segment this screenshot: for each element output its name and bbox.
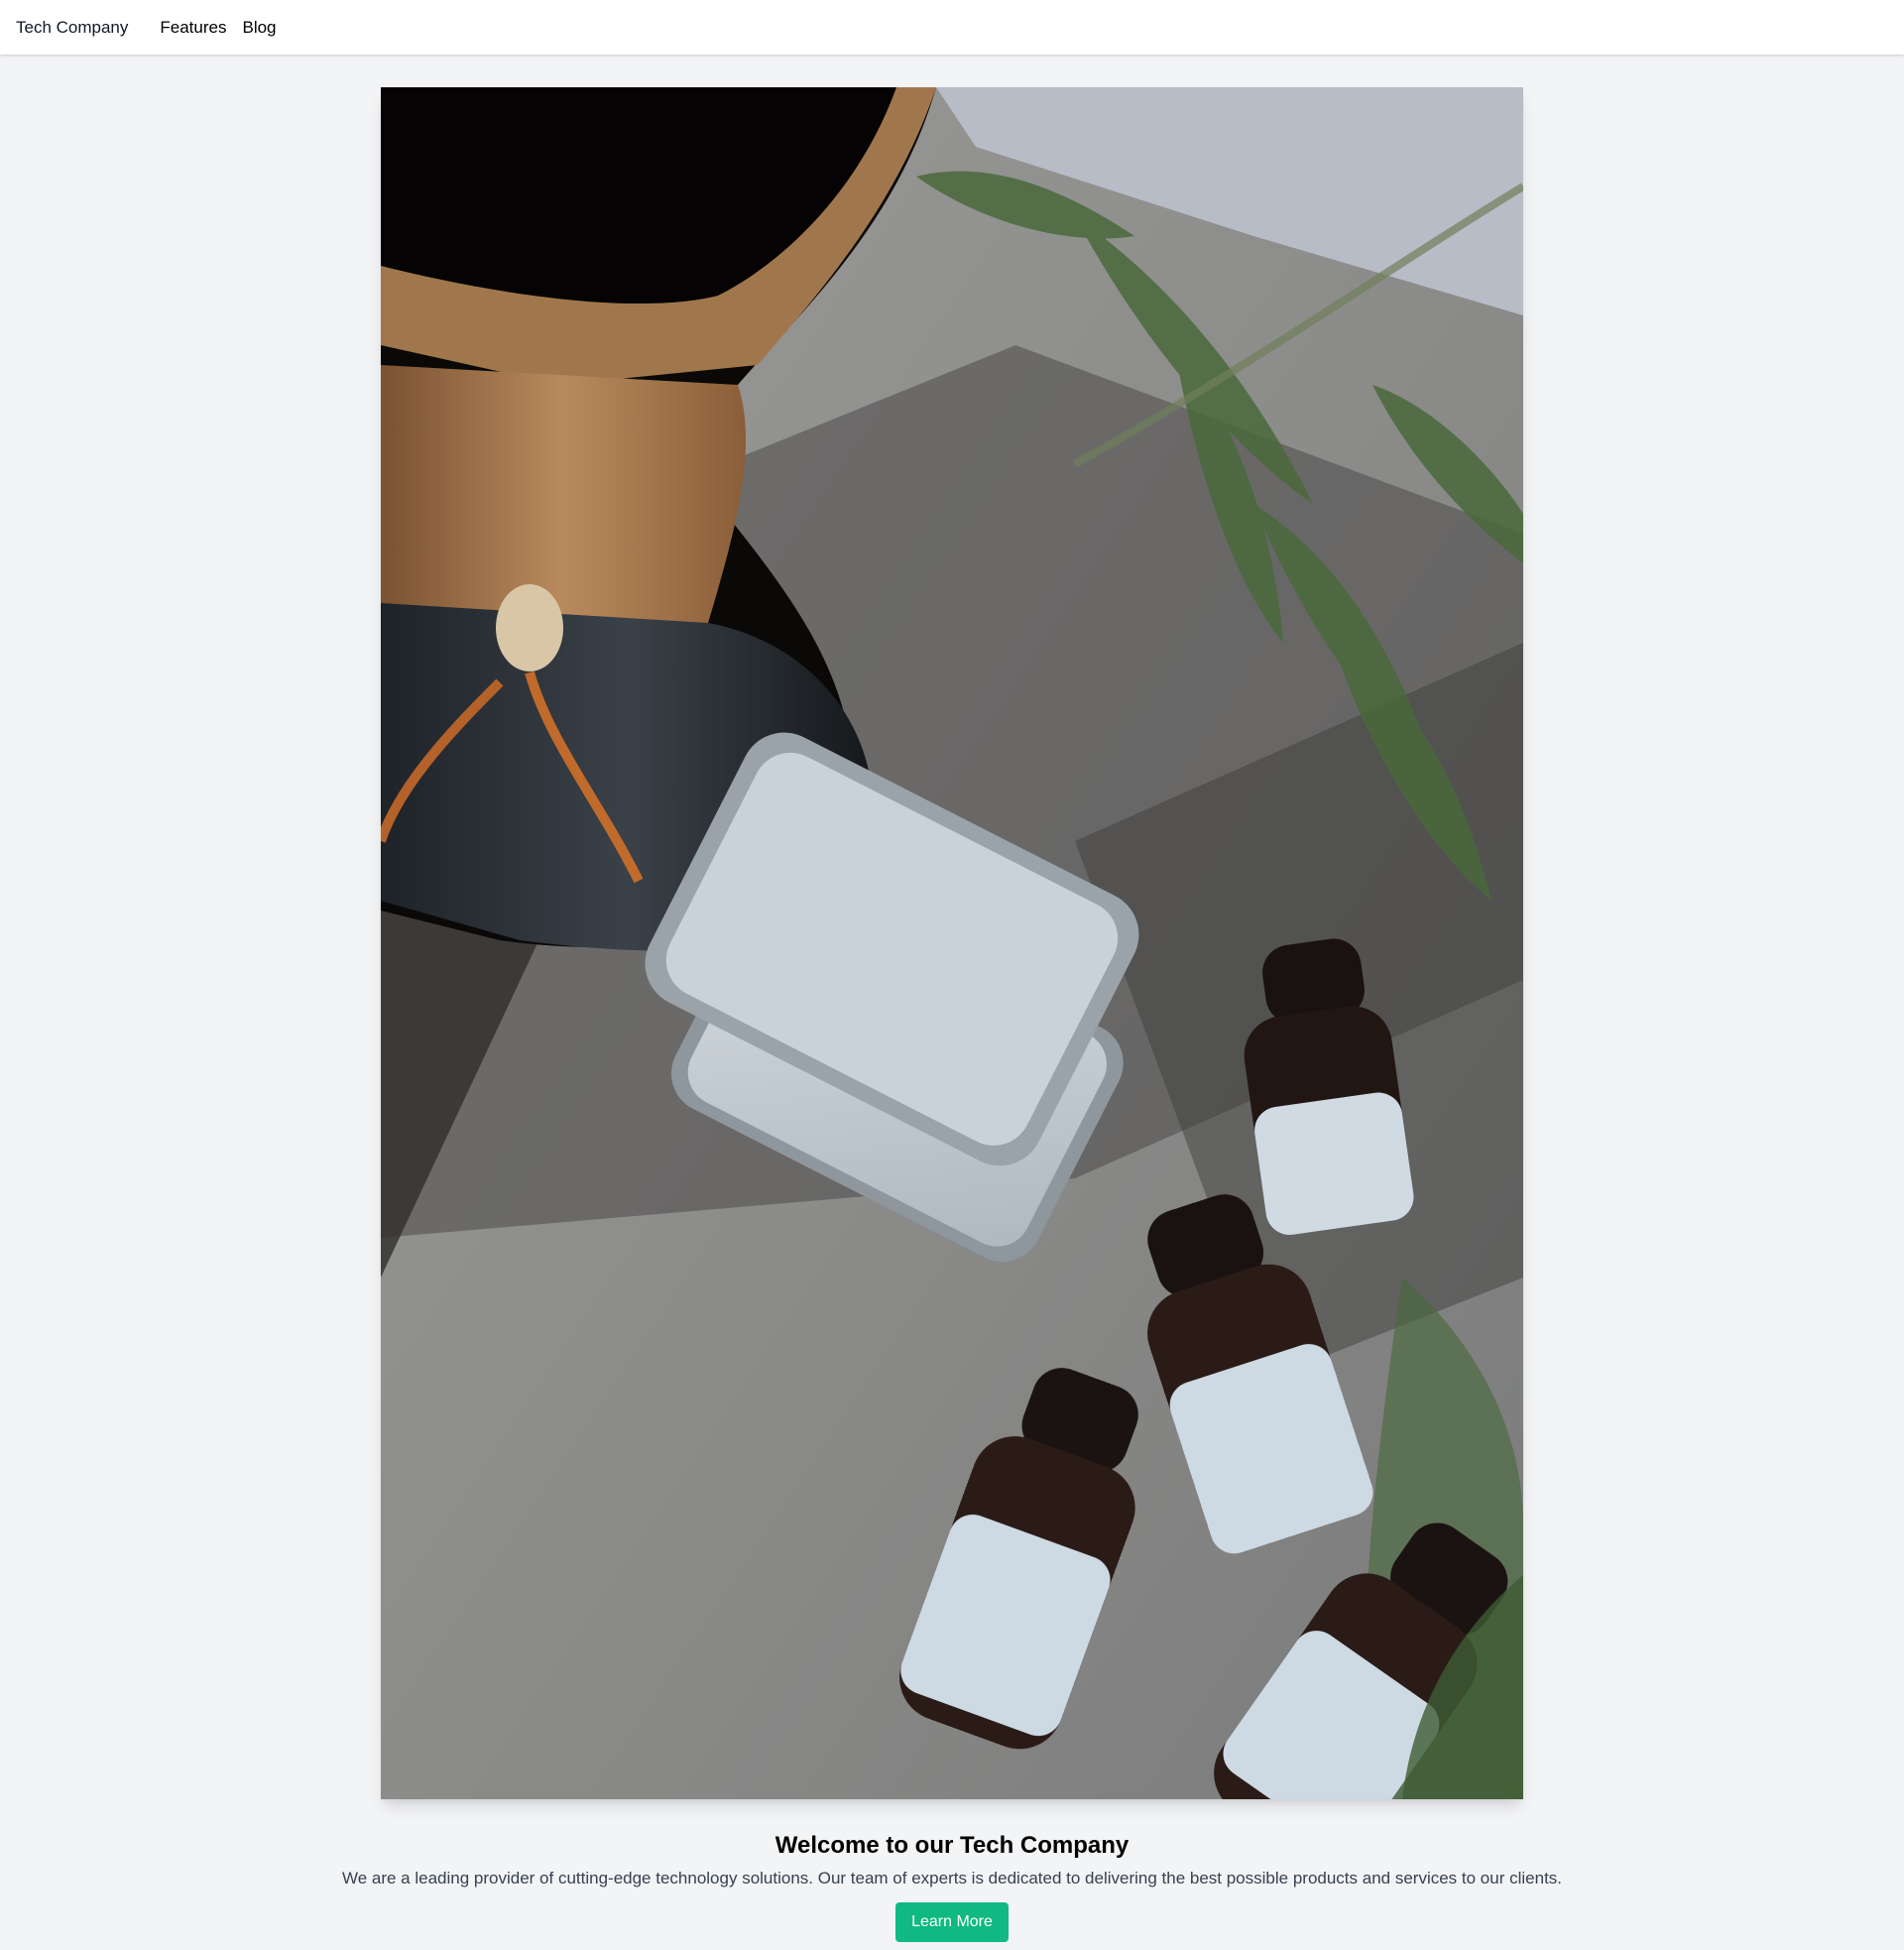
hero-photo <box>381 87 1523 1799</box>
hero-image <box>381 87 1523 1799</box>
welcome-section: Welcome to our Tech Company We are a lea… <box>0 1831 1904 1942</box>
nav-link-features[interactable]: Features <box>160 18 226 38</box>
top-nav-bar: Tech Company Features Blog <box>0 0 1904 55</box>
brand-name[interactable]: Tech Company <box>16 18 128 38</box>
learn-more-button[interactable]: Learn More <box>895 1902 1009 1942</box>
page-description: We are a leading provider of cutting-edg… <box>341 1869 1563 1888</box>
nav-link-blog[interactable]: Blog <box>242 18 276 38</box>
page-title: Welcome to our Tech Company <box>774 1832 1130 1859</box>
